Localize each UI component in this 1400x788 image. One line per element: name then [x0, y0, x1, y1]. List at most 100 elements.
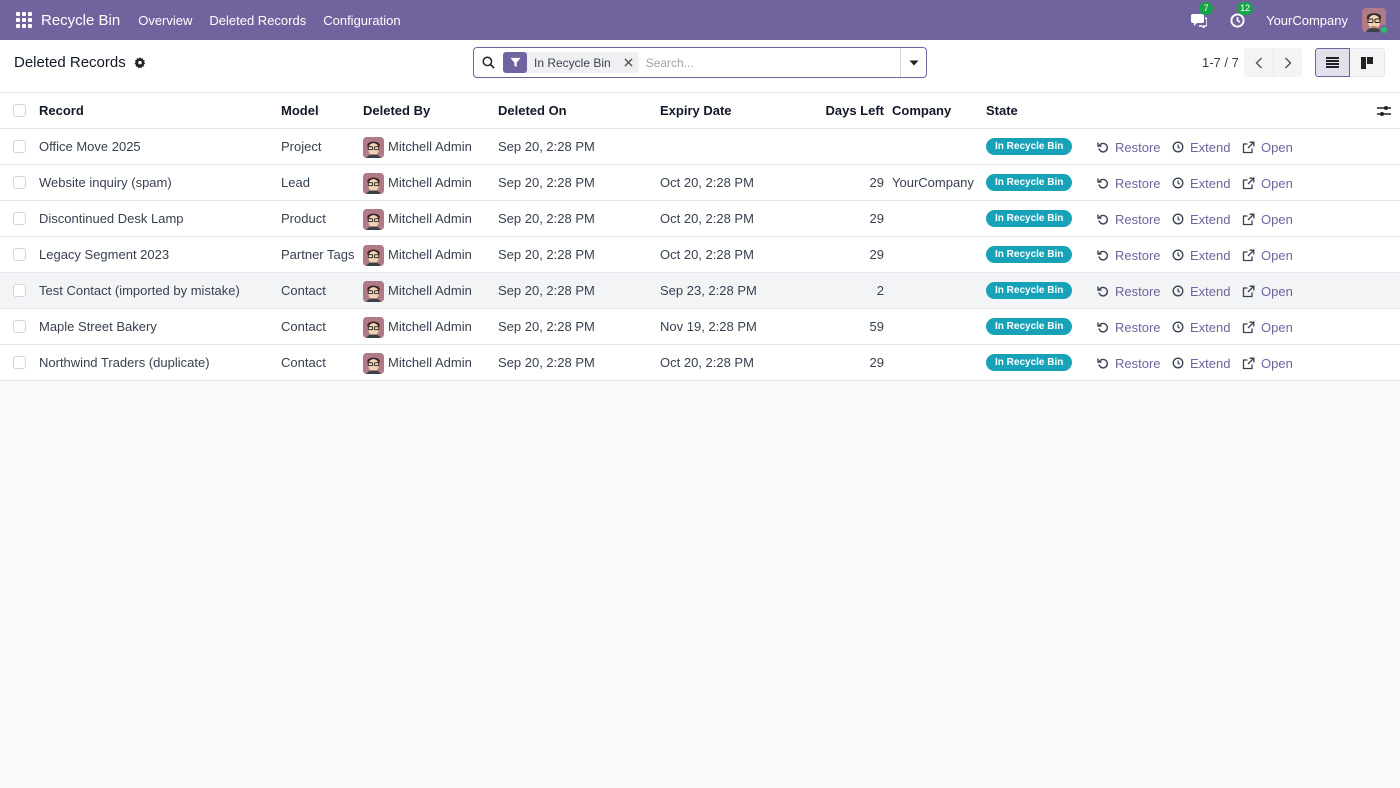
- open-button[interactable]: Open: [1242, 273, 1293, 309]
- row-checkbox[interactable]: [13, 212, 26, 225]
- expiry-date-value: Oct 20, 2:28 PM: [660, 247, 754, 262]
- deleted-by-name: Mitchell Admin: [388, 247, 472, 262]
- days-left-value: 2: [876, 283, 884, 298]
- deleted-by-cell: Mitchell Admin: [363, 165, 472, 201]
- extend-button[interactable]: Extend: [1172, 165, 1230, 201]
- table-row[interactable]: Test Contact (imported by mistake) Conta…: [0, 273, 1400, 309]
- extend-label: Extend: [1190, 319, 1231, 335]
- state-cell: In Recycle Bin: [986, 345, 1073, 381]
- external-link-icon: [1242, 141, 1255, 153]
- gear-icon[interactable]: [134, 56, 146, 69]
- record-name[interactable]: Office Move 2025: [39, 129, 141, 165]
- pager-next-button[interactable]: [1273, 48, 1302, 77]
- apps-menu-icon[interactable]: [16, 12, 32, 28]
- record-name[interactable]: Discontinued Desk Lamp: [39, 201, 184, 237]
- row-checkbox[interactable]: [13, 140, 26, 153]
- restore-button[interactable]: Restore: [1097, 165, 1161, 201]
- app-brand[interactable]: Recycle Bin: [41, 12, 120, 29]
- row-checkbox[interactable]: [13, 320, 26, 333]
- column-header-company[interactable]: Company: [892, 93, 951, 129]
- extend-button[interactable]: Extend: [1172, 309, 1230, 345]
- table-row[interactable]: Website inquiry (spam) Lead Mitchell Adm…: [0, 165, 1400, 201]
- record-name[interactable]: Maple Street Bakery: [39, 309, 157, 345]
- restore-button[interactable]: Restore: [1097, 129, 1161, 165]
- open-button[interactable]: Open: [1242, 237, 1293, 273]
- menu-overview[interactable]: Overview: [138, 13, 192, 28]
- company-switcher[interactable]: YourCompany: [1266, 13, 1348, 28]
- undo-icon: [1097, 358, 1108, 369]
- record-name[interactable]: Legacy Segment 2023: [39, 237, 169, 273]
- extend-button[interactable]: Extend: [1172, 237, 1230, 273]
- open-button[interactable]: Open: [1242, 309, 1293, 345]
- kanban-view-button[interactable]: [1350, 48, 1385, 77]
- extend-label: Extend: [1190, 247, 1231, 263]
- filter-facet[interactable]: In Recycle Bin: [503, 52, 639, 73]
- external-link-icon: [1242, 357, 1255, 369]
- column-header-record[interactable]: Record: [39, 93, 84, 129]
- list-view-button[interactable]: [1315, 48, 1350, 77]
- open-button[interactable]: Open: [1242, 165, 1293, 201]
- row-checkbox[interactable]: [13, 356, 26, 369]
- state-cell: In Recycle Bin: [986, 273, 1073, 309]
- restore-label: Restore: [1115, 355, 1161, 371]
- close-icon[interactable]: [619, 52, 639, 73]
- open-button[interactable]: Open: [1242, 201, 1293, 237]
- open-label: Open: [1261, 355, 1293, 371]
- open-label: Open: [1261, 175, 1293, 191]
- row-checkbox[interactable]: [13, 284, 26, 297]
- row-checkbox[interactable]: [13, 248, 26, 261]
- restore-button[interactable]: Restore: [1097, 273, 1161, 309]
- search-input[interactable]: [645, 49, 900, 76]
- avatar-icon: [363, 208, 384, 230]
- column-header-model[interactable]: Model: [281, 93, 319, 129]
- messages-button[interactable]: 7: [1190, 2, 1214, 29]
- optional-columns-icon[interactable]: [1377, 104, 1391, 118]
- online-status-dot: [1379, 25, 1389, 35]
- open-button[interactable]: Open: [1242, 345, 1293, 381]
- status-badge: In Recycle Bin: [986, 317, 1073, 335]
- state-cell: In Recycle Bin: [986, 165, 1073, 201]
- column-header-deleted-on[interactable]: Deleted On: [498, 93, 567, 129]
- table-row[interactable]: Discontinued Desk Lamp Product Mitchell …: [0, 201, 1400, 237]
- search-options-toggle[interactable]: [900, 48, 926, 77]
- deleted-on-value: Sep 20, 2:28 PM: [498, 175, 595, 190]
- extend-button[interactable]: Extend: [1172, 201, 1230, 237]
- open-label: Open: [1261, 247, 1293, 263]
- kanban-icon: [1361, 56, 1373, 69]
- select-all-checkbox[interactable]: [13, 104, 26, 117]
- row-checkbox[interactable]: [13, 176, 26, 189]
- menu-configuration[interactable]: Configuration: [323, 13, 400, 28]
- page-title: Deleted Records: [14, 54, 126, 71]
- extend-button[interactable]: Extend: [1172, 345, 1230, 381]
- avatar-icon: [363, 316, 384, 338]
- restore-label: Restore: [1115, 211, 1161, 227]
- record-name[interactable]: Website inquiry (spam): [39, 165, 172, 201]
- column-header-deleted-by[interactable]: Deleted By: [363, 93, 430, 129]
- restore-button[interactable]: Restore: [1097, 309, 1161, 345]
- record-name[interactable]: Test Contact (imported by mistake): [39, 273, 240, 309]
- days-left-value: 29: [869, 175, 884, 190]
- extend-button[interactable]: Extend: [1172, 273, 1230, 309]
- menu-deleted-records[interactable]: Deleted Records: [209, 13, 306, 28]
- extend-button[interactable]: Extend: [1172, 129, 1230, 165]
- user-avatar[interactable]: [1362, 8, 1389, 35]
- restore-label: Restore: [1115, 139, 1161, 155]
- restore-button[interactable]: Restore: [1097, 345, 1161, 381]
- table-row[interactable]: Maple Street Bakery Contact Mitchell Adm…: [0, 309, 1400, 345]
- column-header-expiry-date[interactable]: Expiry Date: [660, 93, 732, 129]
- restore-button[interactable]: Restore: [1097, 237, 1161, 273]
- table-row[interactable]: Office Move 2025 Project Mitchell Admin …: [0, 129, 1400, 165]
- extend-label: Extend: [1190, 355, 1231, 371]
- restore-button[interactable]: Restore: [1097, 201, 1161, 237]
- column-header-state[interactable]: State: [986, 93, 1018, 129]
- pager-value[interactable]: 1-7 / 7: [1202, 55, 1239, 70]
- table-row[interactable]: Northwind Traders (duplicate) Contact Mi…: [0, 345, 1400, 381]
- open-button[interactable]: Open: [1242, 129, 1293, 165]
- pager-previous-button[interactable]: [1244, 48, 1273, 77]
- external-link-icon: [1242, 177, 1255, 189]
- table-row[interactable]: Legacy Segment 2023 Partner Tags Mitchel…: [0, 237, 1400, 273]
- clock-icon: [1172, 321, 1184, 333]
- record-name[interactable]: Northwind Traders (duplicate): [39, 345, 210, 381]
- activities-button[interactable]: 12: [1228, 2, 1254, 29]
- column-header-days-left[interactable]: Days Left: [825, 93, 884, 129]
